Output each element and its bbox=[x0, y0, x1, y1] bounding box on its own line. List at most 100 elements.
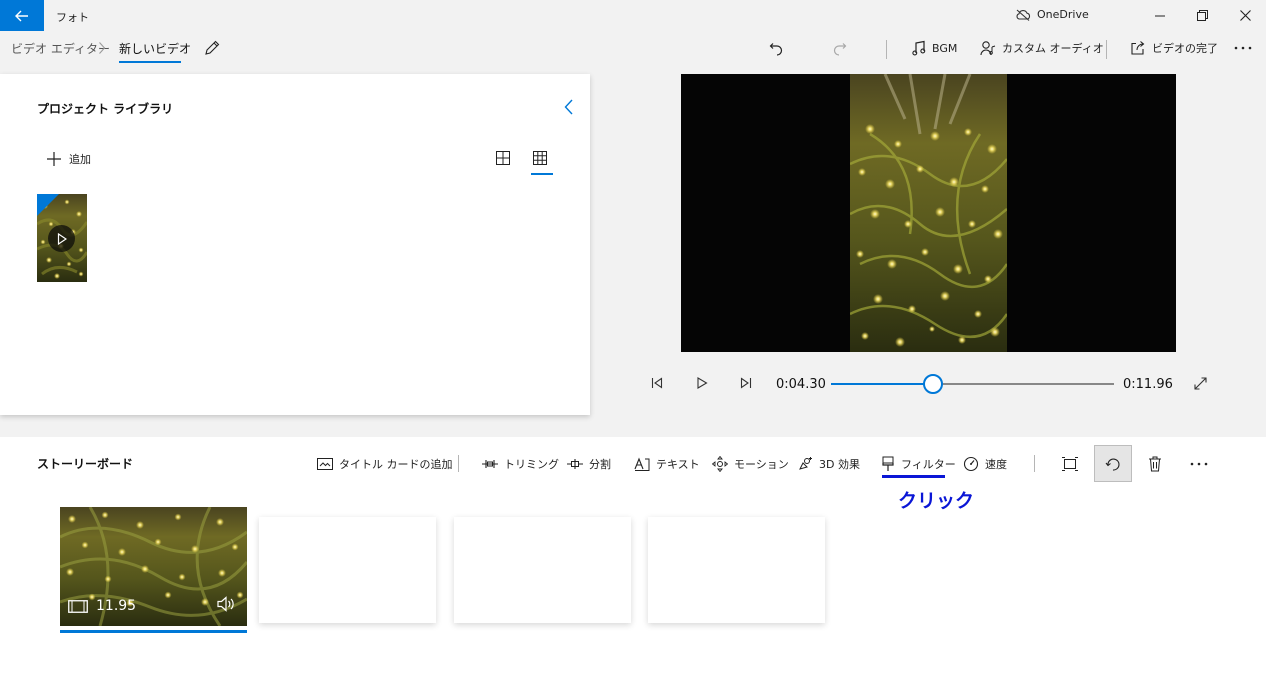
music-note-icon bbox=[912, 40, 926, 56]
expand-icon bbox=[1193, 376, 1207, 390]
app-title: フォト bbox=[56, 11, 89, 24]
restore-button[interactable] bbox=[1180, 0, 1224, 31]
delete-button[interactable] bbox=[1136, 445, 1174, 482]
seek-handle[interactable] bbox=[922, 374, 943, 394]
rotate-button[interactable] bbox=[1094, 445, 1132, 482]
custom-audio-button[interactable]: カスタム オーディオ bbox=[980, 38, 1104, 58]
3d-effects-label: 3D 効果 bbox=[819, 458, 860, 471]
play-icon bbox=[57, 232, 67, 245]
video-preview[interactable] bbox=[681, 74, 1176, 352]
step-forward-icon bbox=[740, 377, 752, 389]
chevron-right-icon bbox=[98, 41, 106, 55]
toolbar-divider bbox=[1106, 40, 1107, 59]
storyboard-divider bbox=[458, 455, 459, 472]
resize-frame-icon bbox=[1062, 456, 1078, 471]
motion-button[interactable]: モーション bbox=[712, 455, 789, 473]
more-horizontal-icon bbox=[1190, 462, 1208, 466]
play-button[interactable] bbox=[693, 374, 711, 392]
breadcrumb-video-editor[interactable]: ビデオ エディター bbox=[11, 40, 110, 57]
close-icon bbox=[1239, 10, 1251, 21]
title-card-icon bbox=[317, 458, 333, 470]
trash-icon bbox=[1148, 456, 1162, 472]
text-button[interactable]: テキスト bbox=[634, 455, 700, 473]
storyboard-more-button[interactable] bbox=[1180, 445, 1218, 482]
add-title-card-label: タイトル カードの追加 bbox=[339, 458, 453, 471]
storyboard-divider bbox=[1034, 455, 1035, 472]
previous-frame-button[interactable] bbox=[648, 374, 666, 392]
undo-button[interactable] bbox=[766, 38, 786, 58]
onedrive-label: OneDrive bbox=[1037, 8, 1089, 21]
filter-highlight-underline bbox=[882, 475, 945, 478]
pencil-icon bbox=[203, 39, 221, 57]
breadcrumb-underline bbox=[119, 61, 181, 63]
undo-icon bbox=[768, 40, 784, 56]
finish-video-label: ビデオの完了 bbox=[1152, 42, 1218, 55]
selected-view-indicator bbox=[531, 173, 553, 175]
onedrive-status[interactable]: OneDrive bbox=[1015, 8, 1089, 21]
more-options-button[interactable] bbox=[1233, 38, 1253, 58]
speaker-icon bbox=[217, 596, 236, 612]
fullscreen-button[interactable] bbox=[1191, 374, 1209, 392]
speed-label: 速度 bbox=[985, 458, 1007, 471]
speed-button[interactable]: 速度 bbox=[963, 455, 1007, 473]
rename-button[interactable] bbox=[203, 39, 221, 57]
step-back-icon bbox=[651, 377, 663, 389]
add-title-card-button[interactable]: タイトル カードの追加 bbox=[317, 455, 453, 473]
back-arrow-icon bbox=[15, 10, 29, 22]
trim-button[interactable]: トリミング bbox=[482, 455, 559, 473]
film-strip-icon bbox=[68, 599, 88, 613]
storyboard-title: ストーリーボード bbox=[37, 457, 134, 471]
split-label: 分割 bbox=[589, 458, 611, 471]
add-media-button[interactable]: 追加 bbox=[47, 151, 91, 167]
cloud-offline-icon bbox=[1015, 9, 1031, 21]
grid-large-icon bbox=[496, 151, 510, 165]
collapse-library-button[interactable] bbox=[564, 99, 574, 115]
more-horizontal-icon bbox=[1234, 46, 1252, 50]
video-frame-image bbox=[850, 74, 1007, 352]
filter-button[interactable]: フィルター bbox=[881, 455, 956, 473]
motion-label: モーション bbox=[734, 458, 789, 471]
selected-clip-indicator bbox=[60, 630, 247, 633]
bgm-button[interactable]: BGM bbox=[912, 38, 957, 58]
add-media-label: 追加 bbox=[69, 153, 91, 166]
plus-icon bbox=[47, 152, 61, 166]
grid-small-icon bbox=[533, 151, 547, 165]
custom-audio-label: カスタム オーディオ bbox=[1002, 42, 1104, 55]
empty-storyboard-slot[interactable] bbox=[454, 517, 631, 623]
back-button[interactable] bbox=[0, 0, 44, 31]
empty-storyboard-slot[interactable] bbox=[259, 517, 436, 623]
split-button[interactable]: 分割 bbox=[567, 455, 611, 473]
thumbnail-play-button[interactable] bbox=[48, 225, 75, 252]
play-icon bbox=[696, 377, 708, 389]
speedometer-icon bbox=[963, 456, 979, 472]
3d-effects-icon bbox=[797, 456, 813, 472]
bgm-label: BGM bbox=[932, 41, 958, 55]
share-export-icon bbox=[1130, 40, 1146, 56]
redo-button[interactable] bbox=[830, 38, 850, 58]
split-icon bbox=[567, 458, 583, 470]
text-label: テキスト bbox=[656, 458, 700, 471]
click-annotation: クリック bbox=[898, 490, 975, 512]
resize-black-bars-button[interactable] bbox=[1051, 445, 1089, 482]
toolbar-divider bbox=[886, 40, 887, 59]
clip-volume-button[interactable] bbox=[217, 596, 236, 612]
3d-effects-button[interactable]: 3D 効果 bbox=[797, 455, 860, 473]
chevron-left-icon bbox=[564, 99, 574, 115]
project-library-panel bbox=[0, 74, 590, 415]
small-grid-view-button[interactable] bbox=[533, 151, 547, 165]
restore-icon bbox=[1196, 10, 1208, 21]
next-frame-button[interactable] bbox=[737, 374, 755, 392]
close-button[interactable] bbox=[1223, 0, 1266, 31]
rotate-icon bbox=[1105, 456, 1121, 472]
motion-icon bbox=[712, 456, 728, 472]
added-to-storyboard-marker bbox=[37, 194, 59, 216]
filter-label: フィルター bbox=[901, 458, 956, 471]
large-grid-view-button[interactable] bbox=[496, 151, 510, 165]
finish-video-button[interactable]: ビデオの完了 bbox=[1130, 38, 1218, 58]
trim-label: トリミング bbox=[504, 458, 559, 471]
current-time: 0:04.30 bbox=[776, 377, 826, 392]
text-icon bbox=[634, 457, 650, 471]
empty-storyboard-slot[interactable] bbox=[648, 517, 825, 623]
trim-icon bbox=[482, 458, 498, 470]
minimize-button[interactable] bbox=[1138, 0, 1182, 31]
